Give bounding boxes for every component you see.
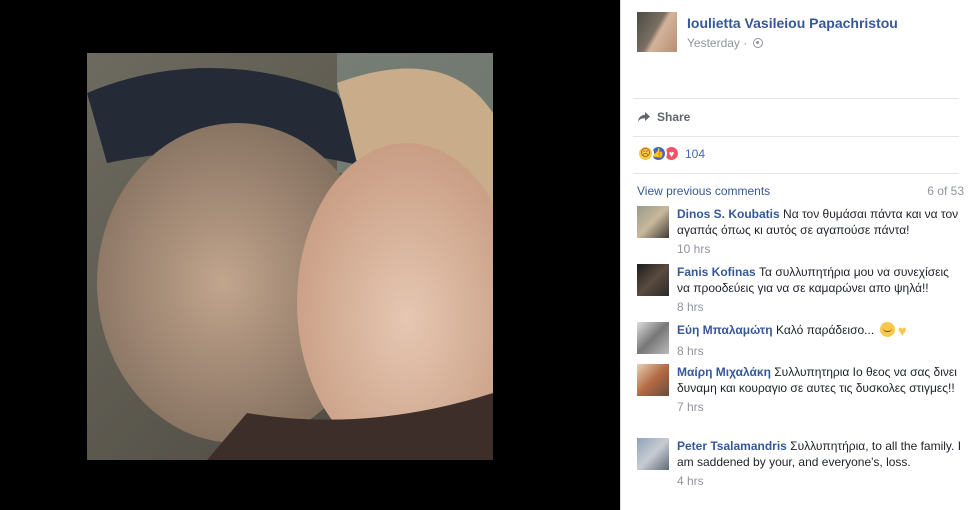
post-header: Ioulietta Vasileiou Papachristou Yesterd… xyxy=(637,12,967,56)
commenter-avatar[interactable] xyxy=(637,364,669,396)
comment-text: Καλό παράδεισο... xyxy=(775,323,875,337)
commenter-avatar[interactable] xyxy=(637,264,669,296)
comment-time[interactable]: 8 hrs xyxy=(677,343,962,359)
post-photo[interactable] xyxy=(87,53,493,460)
reactions-summary[interactable]: ☹ 👍 ♥ 104 xyxy=(637,145,705,162)
commenter-name[interactable]: Μαίρη Μιχαλάκη xyxy=(677,365,771,379)
comment-count: 6 of 53 xyxy=(927,184,964,198)
commenter-avatar[interactable] xyxy=(637,206,669,238)
reaction-count[interactable]: 104 xyxy=(685,147,705,161)
commenter-avatar[interactable] xyxy=(637,438,669,470)
photo-stage xyxy=(0,0,620,510)
comment-body: Peter Tsalamandris Συλλυπητήρια, to all … xyxy=(677,438,962,489)
comment-body: Εύη Μπαλαμώτη Καλό παράδεισο... ♥ 8 hrs xyxy=(677,322,962,359)
share-button[interactable]: Share xyxy=(637,110,690,124)
author-name[interactable]: Ioulietta Vasileiou Papachristou xyxy=(687,15,898,31)
divider xyxy=(633,98,959,99)
comment-body: Μαίρη Μιχαλάκη Συλλυπητηρια Ιο θεος να σ… xyxy=(677,364,962,415)
comment-body: Fanis Kofinas Τα συλλυπητήρια μου να συν… xyxy=(677,264,962,315)
commenter-avatar[interactable] xyxy=(637,322,669,354)
comment-time[interactable]: 10 hrs xyxy=(677,241,962,257)
comment-time[interactable]: 7 hrs xyxy=(677,399,962,415)
commenter-name[interactable]: Εύη Μπαλαμώτη xyxy=(677,323,773,337)
divider xyxy=(633,136,959,137)
comment-time[interactable]: 4 hrs xyxy=(677,473,962,489)
view-previous-comments: View previous comments 6 of 53 xyxy=(637,184,964,198)
comment-body: Dinos S. Koubatis Να τον θυμάσαι πάντα κ… xyxy=(677,206,962,257)
view-previous-comments-link[interactable]: View previous comments xyxy=(637,184,770,198)
post-meta: Yesterday · xyxy=(687,36,763,50)
author-avatar[interactable] xyxy=(637,12,677,52)
globe-icon[interactable] xyxy=(752,38,763,48)
relieved-face-emoji xyxy=(879,322,895,337)
commenter-name[interactable]: Fanis Kofinas xyxy=(677,265,756,279)
share-label: Share xyxy=(657,110,691,124)
post-side-panel: Ioulietta Vasileiou Papachristou Yesterd… xyxy=(620,0,971,510)
comment-time[interactable]: 8 hrs xyxy=(677,299,962,315)
commenter-name[interactable]: Dinos S. Koubatis xyxy=(677,207,780,221)
commenter-name[interactable]: Peter Tsalamandris xyxy=(677,439,787,453)
meta-separator: · xyxy=(743,36,748,50)
sad-reaction-icon: ☹ xyxy=(637,145,654,162)
post-time[interactable]: Yesterday xyxy=(687,36,740,50)
divider xyxy=(633,173,959,174)
yellow-heart-emoji: ♥ xyxy=(897,323,907,340)
share-arrow-icon xyxy=(638,112,650,122)
